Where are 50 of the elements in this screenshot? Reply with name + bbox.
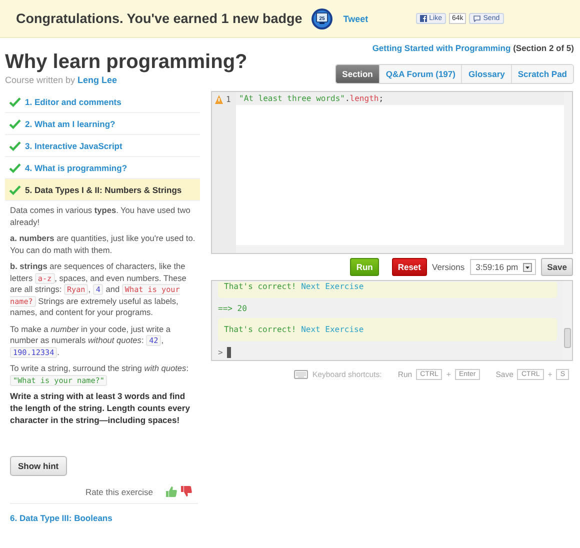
keyboard-icon xyxy=(294,370,308,379)
next-exercise-link[interactable]: Next Exercise xyxy=(301,325,364,334)
check-icon xyxy=(9,96,21,106)
scrollbar[interactable] xyxy=(236,245,572,253)
lesson-item[interactable]: 1. Editor and comments xyxy=(5,91,200,113)
badge-icon xyxy=(312,8,333,29)
caret-icon xyxy=(523,262,532,272)
show-hint-button[interactable]: Show hint xyxy=(10,456,67,476)
check-icon xyxy=(9,118,21,128)
lesson-item[interactable]: 2. What am I learning? xyxy=(5,113,200,135)
thumbs-down-icon[interactable] xyxy=(181,486,192,498)
scrollbar[interactable] xyxy=(564,92,572,245)
tab[interactable]: Scratch Pad xyxy=(510,65,573,83)
tab[interactable]: Glossary xyxy=(461,65,511,83)
versions-label: Versions xyxy=(432,262,465,272)
success-message: That's correct! Next Exercise xyxy=(218,282,557,298)
course-link[interactable]: Getting Started with Programming xyxy=(372,43,511,53)
console[interactable]: That's correct! Next Exercise ==> 20 That's correct! Next Exercise > xyxy=(211,280,573,361)
lesson-item[interactable]: 3. Interactive JavaScript xyxy=(5,135,200,157)
next-lesson-link[interactable]: 6. Data Type III: Booleans xyxy=(10,513,198,524)
paragraph: a. numbers are quantities, just like you're used to. You can do math with them. xyxy=(10,233,196,256)
rating-label: Rate this exercise xyxy=(85,486,153,497)
instruction-text: Write a string with at least 3 words and find the length of the string. Length counts every character in the string—including spaces! xyxy=(10,391,191,426)
page-title: Why learn programming? xyxy=(5,51,248,74)
author-link[interactable]: Leng Lee xyxy=(78,75,118,85)
badge-message: Congratulations. You've earned 1 new badge xyxy=(16,11,302,26)
tab[interactable]: Section xyxy=(336,65,379,83)
thumbs-up-icon[interactable] xyxy=(166,486,177,498)
save-button[interactable]: Save xyxy=(541,258,573,276)
speech-bubble-icon xyxy=(473,15,482,22)
console-prompt: > xyxy=(218,348,223,357)
run-button[interactable]: Run xyxy=(350,258,379,276)
paragraph: Data comes in various types. You have used two already! xyxy=(10,205,192,228)
tab[interactable]: Q&A Forum (197) xyxy=(378,65,462,83)
section-counter: (Section 2 of 5) xyxy=(513,43,574,53)
text-cursor xyxy=(226,347,231,358)
byline-text: Course written by xyxy=(5,75,76,85)
line-number: 1 xyxy=(226,95,231,104)
reset-button[interactable]: Reset xyxy=(392,258,427,276)
next-exercise-link[interactable]: Next Exercise xyxy=(301,282,364,291)
check-icon xyxy=(9,162,21,172)
tweet-link[interactable]: Tweet xyxy=(343,14,368,24)
success-message: That's correct! Next Exercise xyxy=(218,318,557,341)
facebook-icon xyxy=(420,15,428,22)
check-icon xyxy=(9,140,21,150)
console-output: ==> 20 xyxy=(218,303,248,315)
lesson-item[interactable]: 5. Data Types I & II: Numbers & Strings xyxy=(5,179,200,201)
version-dropdown[interactable]: 3:59:16 pm xyxy=(470,259,536,275)
check-icon xyxy=(9,184,21,194)
code-editor[interactable]: 1 "At least three words".length; xyxy=(211,91,573,254)
